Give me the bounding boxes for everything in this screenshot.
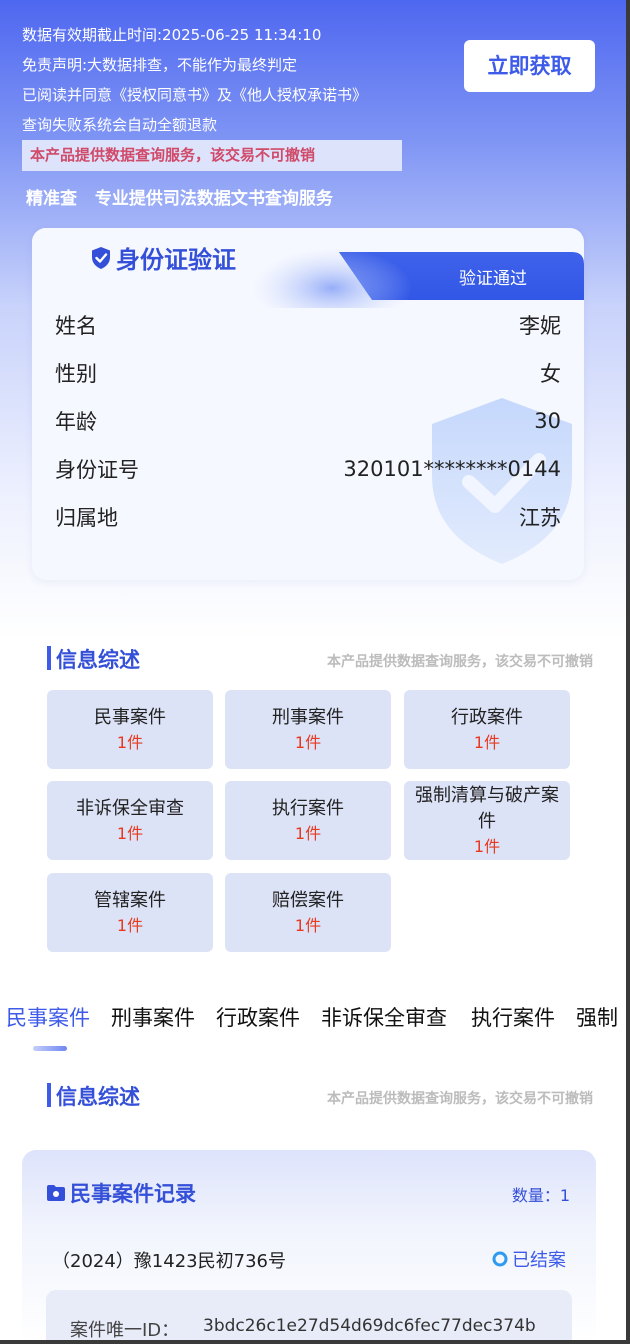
- id-row-idnumber: 身份证号 320101********0144: [55, 454, 561, 484]
- id-label-idnumber: 身份证号: [55, 458, 139, 482]
- status-circle-icon: [492, 1251, 508, 1267]
- tile-count: 1件: [294, 823, 322, 843]
- id-card-title: 身份证验证: [90, 240, 236, 275]
- notice-disclaimer: 免责声明:大数据排查，不能作为最终判定: [22, 56, 298, 74]
- tab-bankruptcy[interactable]: 强制: [576, 1002, 618, 1032]
- summary-header: 信息综述 本产品提供数据查询服务，该交易不可撤销: [47, 644, 593, 674]
- tile-criminal[interactable]: 刑事案件 1件: [225, 690, 391, 769]
- id-label-name: 姓名: [55, 314, 97, 338]
- record-title: 民事案件记录: [46, 1178, 196, 1208]
- id-label-age: 年龄: [55, 410, 97, 434]
- tile-count: 1件: [116, 823, 144, 843]
- summary-note: 本产品提供数据查询服务，该交易不可撤销: [327, 654, 593, 670]
- id-row-name: 姓名 李妮: [55, 310, 561, 340]
- tagline-desc: 专业提供司法数据文书查询服务: [94, 189, 333, 209]
- tile-name: 民事案件: [94, 706, 166, 728]
- tile-bankruptcy[interactable]: 强制清算与破产案件 1件: [404, 781, 570, 860]
- civil-record-card: 民事案件记录 数量：1 （2024）豫1423民初736号 已结案 案件唯一ID…: [22, 1150, 596, 1344]
- summary2-title: 信息综述: [56, 1085, 140, 1109]
- notice-expiry: 数据有效期截止时间:2025-06-25 11:34:10: [22, 26, 322, 44]
- case-status: 已结案: [492, 1246, 566, 1272]
- section-accent-bar: [47, 1083, 51, 1107]
- id-label-origin: 归属地: [55, 506, 118, 530]
- notice-refund: 查询失败系统会自动全额退款: [22, 116, 218, 134]
- tile-count: 1件: [294, 915, 322, 935]
- active-tab-indicator: [33, 1046, 67, 1051]
- id-row-gender: 性别 女: [55, 358, 561, 388]
- folder-icon: [47, 1185, 65, 1201]
- summary-title: 信息综述: [56, 648, 140, 672]
- id-value-name: 李妮: [519, 314, 561, 338]
- tile-compensation[interactable]: 赔偿案件 1件: [225, 873, 391, 952]
- get-now-button[interactable]: 立即获取: [464, 40, 595, 92]
- tile-count: 1件: [294, 732, 322, 752]
- tab-administrative[interactable]: 行政案件: [216, 1002, 300, 1032]
- notice-block: 数据有效期截止时间:2025-06-25 11:34:10 免责声明:大数据排查…: [22, 20, 442, 140]
- tab-criminal[interactable]: 刑事案件: [111, 1002, 195, 1032]
- tile-count: 1件: [473, 732, 501, 752]
- tile-name: 非诉保全审查: [76, 797, 184, 819]
- id-value-gender: 女: [540, 362, 561, 386]
- tab-civil[interactable]: 民事案件: [6, 1002, 90, 1032]
- id-value-age: 30: [534, 409, 561, 433]
- window-edge-bottom: [0, 1340, 630, 1344]
- id-card-title-text: 身份证验证: [116, 246, 236, 274]
- summary2-header: 信息综述 本产品提供数据查询服务，该交易不可撤销: [47, 1081, 593, 1111]
- tile-name: 管辖案件: [94, 889, 166, 911]
- case-type-tabs: 民事案件 刑事案件 行政案件 非诉保全审查 执行案件 强制: [0, 1000, 630, 1036]
- tile-count: 1件: [116, 732, 144, 752]
- tile-civil[interactable]: 民事案件 1件: [47, 690, 213, 769]
- notice-agreement[interactable]: 已阅读并同意《授权同意书》及《他人授权承诺书》: [22, 80, 442, 110]
- tile-name: 刑事案件: [272, 706, 344, 728]
- section-accent-bar: [47, 646, 51, 670]
- case-status-text: 已结案: [512, 1250, 566, 1271]
- tile-jurisdiction[interactable]: 管辖案件 1件: [47, 873, 213, 952]
- record-title-text: 民事案件记录: [70, 1182, 196, 1206]
- tile-preservation[interactable]: 非诉保全审查 1件: [47, 781, 213, 860]
- id-row-age: 年龄 30: [55, 406, 561, 436]
- id-verification-card: 身份证验证 验证通过 姓名 李妮 性别 女 年龄 30 身份证号 320101*…: [32, 228, 584, 580]
- tile-administrative[interactable]: 行政案件 1件: [404, 690, 570, 769]
- window-edge-right: [626, 0, 630, 1344]
- warning-bar: 本产品提供数据查询服务，该交易不可撤销: [22, 140, 402, 171]
- tab-execution[interactable]: 执行案件: [471, 1002, 555, 1032]
- id-value-origin: 江苏: [519, 506, 561, 530]
- id-row-origin: 归属地 江苏: [55, 502, 561, 532]
- shield-check-icon: [92, 246, 110, 269]
- tile-name: 执行案件: [272, 797, 344, 819]
- case-number: （2024）豫1423民初736号: [52, 1251, 286, 1272]
- case-detail-box: 案件唯一ID： 3bdc26c1e27d54d69dc6fec77dec374b: [46, 1290, 572, 1344]
- tagline-brand: 精准查: [26, 189, 77, 209]
- tile-count: 1件: [473, 836, 501, 856]
- verified-status: 验证通过: [459, 269, 527, 289]
- tile-name: 强制清算与破产案件: [415, 784, 559, 832]
- id-value-idnumber: 320101********0144: [343, 457, 561, 481]
- tile-execution[interactable]: 执行案件 1件: [225, 781, 391, 860]
- summary2-note: 本产品提供数据查询服务，该交易不可撤销: [327, 1091, 593, 1107]
- case-id-value: 3bdc26c1e27d54d69dc6fec77dec374b: [203, 1316, 536, 1336]
- tile-count: 1件: [116, 915, 144, 935]
- id-label-gender: 性别: [55, 362, 97, 386]
- tile-name: 赔偿案件: [272, 889, 344, 911]
- tile-name: 行政案件: [451, 706, 523, 728]
- record-count: 数量：1: [511, 1186, 570, 1205]
- tagline: 精准查 专业提供司法数据文书查询服务: [26, 184, 333, 209]
- tab-preservation[interactable]: 非诉保全审查: [321, 1002, 447, 1032]
- case-id-label: 案件唯一ID：: [70, 1320, 180, 1341]
